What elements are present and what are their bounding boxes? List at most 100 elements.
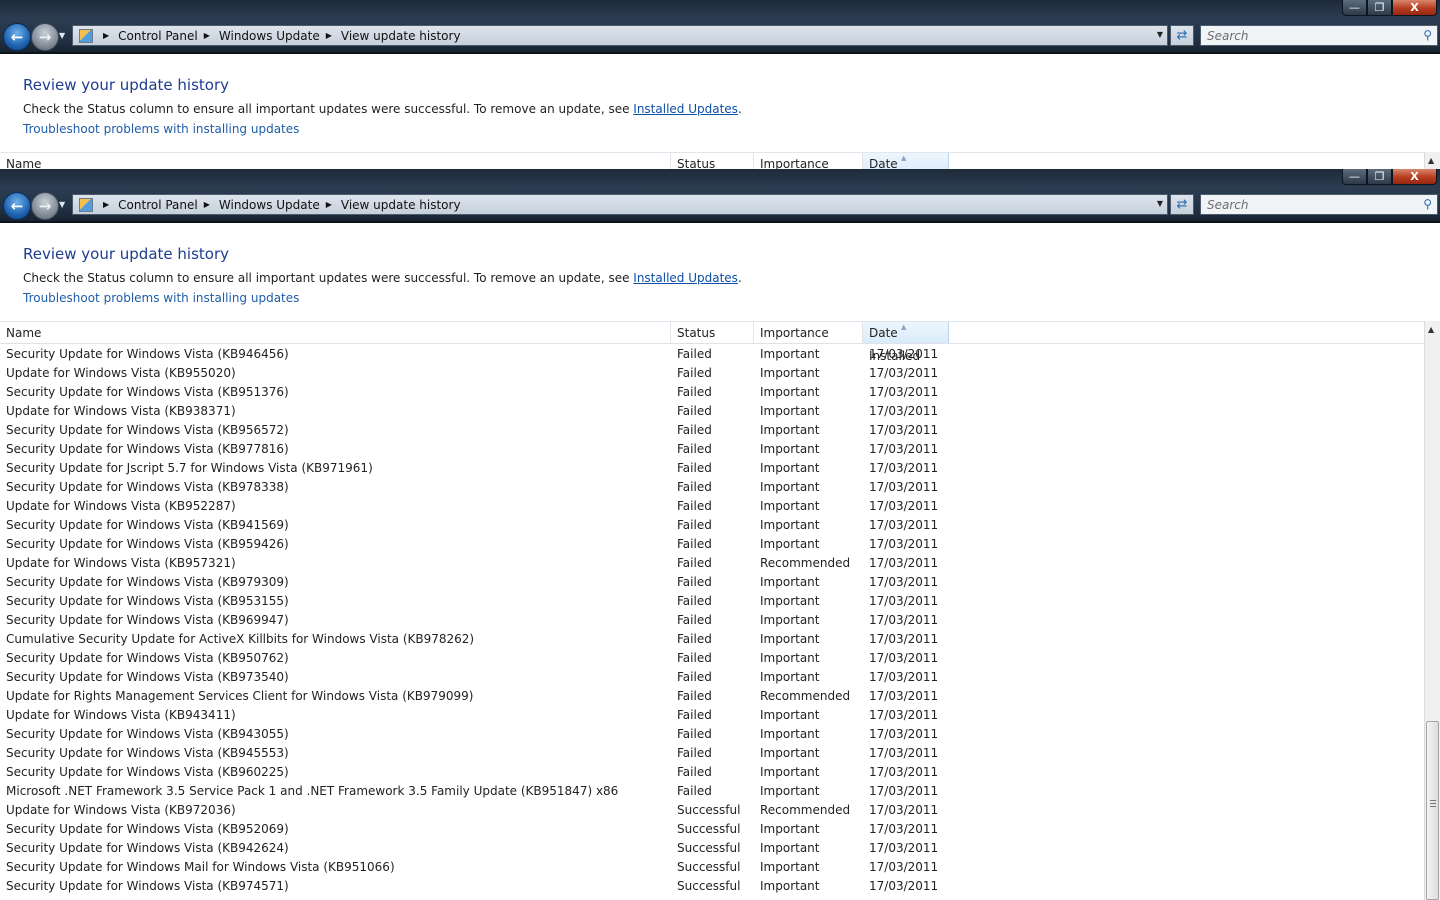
address-bar[interactable]: ▶ Control Panel ▶ Windows Update ▶ View … [72,25,1168,46]
breadcrumb-view-update-history[interactable]: View update history [341,198,461,212]
breadcrumb-control-panel[interactable]: Control Panel [118,198,198,212]
breadcrumb-view-update-history[interactable]: View update history [341,29,461,43]
update-status: Failed [677,537,712,551]
column-header-name[interactable]: Name [0,322,671,343]
installed-updates-link[interactable]: Installed Updates [633,271,738,285]
table-row[interactable]: Security Update for Windows Vista (KB979… [0,573,1424,592]
table-row[interactable]: Update for Windows Vista (KB972036) Succe… [0,801,1424,820]
update-importance: Important [760,708,820,722]
table-row[interactable]: Security Update for Windows Vista (KB973… [0,668,1424,687]
search-box[interactable]: ⚲ [1200,194,1438,215]
table-row[interactable]: Security Update for Windows Vista (KB956… [0,421,1424,440]
scroll-up-icon[interactable]: ▲ [1428,156,1434,165]
update-status: Failed [677,366,712,380]
back-button[interactable]: ← [3,23,31,51]
table-row[interactable]: Security Update for Windows Vista (KB952… [0,820,1424,839]
table-row[interactable]: Update for Windows Vista (KB957321) Faile… [0,554,1424,573]
table-row[interactable]: Microsoft .NET Framework 3.5 Service Pac… [0,782,1424,801]
table-row[interactable]: Security Update for Windows Vista (KB974… [0,877,1424,896]
table-row[interactable]: Security Update for Windows Vista (KB946… [0,345,1424,364]
troubleshoot-link[interactable]: Troubleshoot problems with installing up… [23,122,299,136]
scrollbar-thumb[interactable] [1426,721,1439,900]
table-row[interactable]: Update for Windows Vista (KB955020) Faile… [0,364,1424,383]
column-header-name[interactable]: Name [0,153,671,169]
breadcrumb-control-panel[interactable]: Control Panel [118,29,198,43]
maximize-button[interactable]: ❐ [1367,169,1392,185]
table-row[interactable]: Cumulative Security Update for ActiveX K… [0,630,1424,649]
column-header-date-installed[interactable]: ▲Date Installed [863,322,949,363]
table-row[interactable]: Update for Windows Vista (KB943411) Faile… [0,706,1424,725]
breadcrumb-separator-icon[interactable]: ▶ [204,200,210,209]
table-row[interactable]: Security Update for Windows Vista (KB977… [0,440,1424,459]
search-icon[interactable]: ⚲ [1423,28,1432,42]
update-name: Security Update for Windows Vista (KB946… [6,347,289,361]
table-row[interactable]: Security Update for Windows Vista (KB950… [0,649,1424,668]
table-row[interactable]: Security Update for Windows Vista (KB978… [0,478,1424,497]
update-status: Successful [677,822,741,836]
search-icon[interactable]: ⚲ [1423,197,1432,211]
close-button[interactable]: X [1392,169,1437,185]
troubleshoot-link[interactable]: Troubleshoot problems with installing up… [23,291,299,305]
column-header-importance[interactable]: Importance [754,153,863,169]
breadcrumb-windows-update[interactable]: Windows Update [219,29,320,43]
table-row[interactable]: Security Update for Windows Vista (KB951… [0,383,1424,402]
forward-button[interactable]: → [31,23,59,51]
table-row[interactable]: Update for Windows Vista (KB938371) Faile… [0,402,1424,421]
scroll-up-icon[interactable]: ▲ [1428,325,1434,334]
table-row[interactable]: Security Update for Windows Vista (KB943… [0,725,1424,744]
refresh-button[interactable]: ⇄ [1170,194,1194,215]
close-button[interactable]: X [1392,0,1437,16]
vertical-scrollbar[interactable]: ▲ [1424,152,1440,169]
update-importance: Important [760,347,820,361]
minimize-button[interactable]: — [1342,169,1367,185]
column-header-date-installed[interactable]: ▲Date Installed [863,153,949,169]
table-row[interactable]: Security Update for Windows Mail for Win… [0,858,1424,877]
breadcrumb-separator-icon[interactable]: ▶ [326,31,332,40]
column-header-status[interactable]: Status [671,153,754,169]
recent-pages-dropdown[interactable]: ▼ [59,200,65,209]
column-header-row: Name Status Importance ▲Date Installed [0,152,1424,169]
maximize-button[interactable]: ❐ [1367,0,1392,16]
search-input[interactable] [1201,194,1409,215]
address-dropdown-icon[interactable]: ▼ [1157,30,1163,39]
window-chrome: — ❐ X ← → ▼ ▶ Control Panel ▶ Windows Up… [0,0,1440,54]
table-row[interactable]: Update for Windows Vista (KB952287) Faile… [0,497,1424,516]
back-button[interactable]: ← [3,192,31,220]
column-header-importance[interactable]: Importance [754,322,863,343]
column-header-status[interactable]: Status [671,322,754,343]
recent-pages-dropdown[interactable]: ▼ [59,31,65,40]
update-importance: Important [760,879,820,893]
table-row[interactable]: Security Update for Windows Vista (KB945… [0,744,1424,763]
breadcrumb-separator-icon[interactable]: ▶ [103,200,109,209]
minimize-button[interactable]: — [1342,0,1367,16]
search-input[interactable] [1201,25,1409,46]
table-row[interactable]: Security Update for Windows Vista (KB969… [0,611,1424,630]
update-name: Security Update for Windows Vista (KB960… [6,765,289,779]
breadcrumb-separator-icon[interactable]: ▶ [103,31,109,40]
address-bar[interactable]: ▶ Control Panel ▶ Windows Update ▶ View … [72,194,1168,215]
breadcrumb-separator-icon[interactable]: ▶ [326,200,332,209]
update-name: Security Update for Windows Vista (KB978… [6,480,289,494]
table-row[interactable]: Security Update for Windows Vista (KB941… [0,516,1424,535]
chevron-down-icon: ▼ [59,200,66,209]
table-row[interactable]: Security Update for Jscript 5.7 for Wind… [0,459,1424,478]
table-row[interactable]: Security Update for Windows Vista (KB960… [0,763,1424,782]
update-importance: Important [760,765,820,779]
update-importance: Important [760,746,820,760]
vertical-scrollbar[interactable]: ▲ [1424,321,1440,900]
address-dropdown-icon[interactable]: ▼ [1157,199,1163,208]
breadcrumb-separator-icon[interactable]: ▶ [204,31,210,40]
update-importance: Important [760,632,820,646]
breadcrumb-windows-update[interactable]: Windows Update [219,198,320,212]
search-box[interactable]: ⚲ [1200,25,1438,46]
table-row[interactable]: Update for Rights Management Services Cl… [0,687,1424,706]
table-row[interactable]: Security Update for Windows Vista (KB942… [0,839,1424,858]
table-row[interactable]: Security Update for Windows Vista (KB959… [0,535,1424,554]
installed-updates-link[interactable]: Installed Updates [633,102,738,116]
table-row[interactable]: Security Update for Windows Vista (KB953… [0,592,1424,611]
refresh-button[interactable]: ⇄ [1170,25,1194,46]
forward-button[interactable]: → [31,192,59,220]
caption-buttons: — ❐ X [1342,169,1437,185]
update-name: Update for Windows Vista (KB938371) [6,404,236,418]
refresh-icon: ⇄ [1176,28,1188,43]
